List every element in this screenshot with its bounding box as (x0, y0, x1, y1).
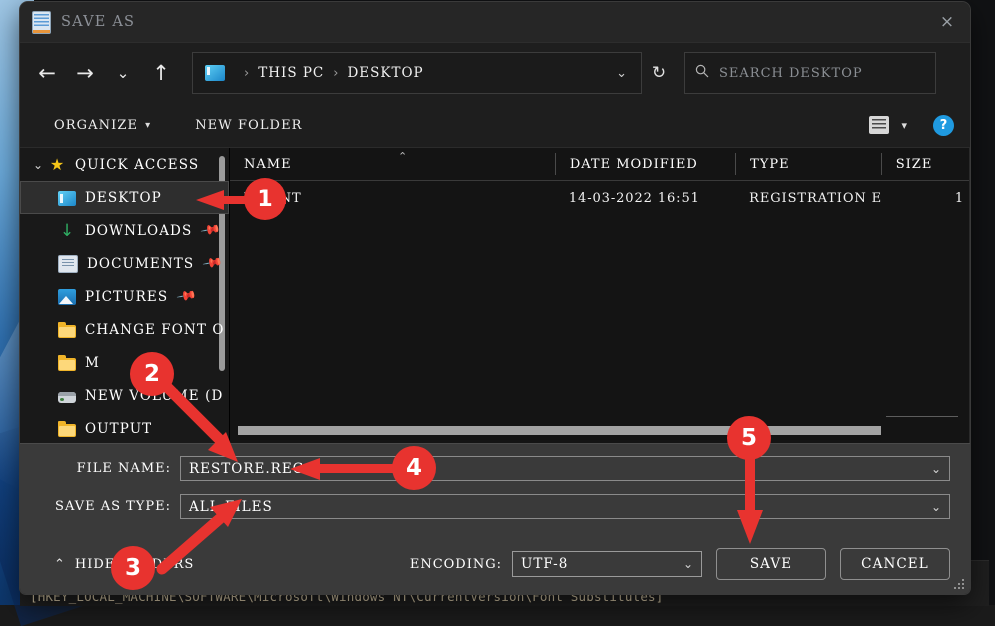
chevron-down-icon[interactable]: ⌄ (931, 462, 949, 476)
cell-size: 1 (954, 190, 964, 206)
file-rows: WFONT 14-03-2022 16:51 REGISTRATION E...… (230, 181, 970, 443)
column-header-row: NAME DATE MODIFIED TYPE SIZE ⌃ (230, 148, 970, 181)
help-icon[interactable]: ? (933, 114, 954, 136)
window-title: SAVE AS (61, 14, 136, 30)
navigation-bar: ← → ⌄ ↑ › THIS PC › DESKTOP ⌄ ↻ SEARCH D… (20, 43, 970, 103)
sidebar-item-label: DOCUMENTS (87, 255, 195, 272)
search-input[interactable]: SEARCH DESKTOP (719, 66, 863, 81)
desktop-background: [HKEY_LOCAL_MACHINE\SOFTWARE\Microsoft\W… (0, 0, 995, 626)
folder-icon (58, 354, 76, 371)
breadcrumb-separator: › (244, 65, 250, 81)
sidebar-item-label: PICTURES (85, 288, 169, 305)
column-header-type[interactable]: TYPE (735, 153, 881, 175)
recent-locations-button[interactable]: ⌄ (104, 54, 142, 92)
organize-button[interactable]: ORGANIZE ▾ (54, 118, 151, 133)
search-icon (685, 64, 719, 82)
annotation-arrow-5 (737, 452, 763, 544)
table-row[interactable]: WFONT 14-03-2022 16:51 REGISTRATION E...… (230, 181, 970, 215)
annotation-badge-3: 3 (111, 546, 155, 590)
breadcrumb-separator: › (333, 65, 339, 81)
chevron-down-icon[interactable]: ▾ (901, 119, 907, 132)
encoding-select[interactable]: UTF-8 ⌄ (512, 551, 702, 577)
sidebar-item-label: OUTPUT (85, 420, 153, 437)
chevron-down-icon: ▾ (145, 119, 152, 131)
chevron-down-icon[interactable]: ⌄ (931, 500, 949, 514)
column-header-size[interactable]: SIZE (880, 153, 970, 175)
refresh-icon[interactable]: ↻ (642, 54, 676, 92)
sort-ascending-icon: ⌃ (398, 150, 408, 163)
organize-label: ORGANIZE (54, 117, 139, 133)
this-pc-icon (205, 65, 225, 81)
new-folder-button[interactable]: NEW FOLDER (195, 118, 302, 133)
sidebar-item-label: DOWNLOADS (85, 222, 193, 239)
notepad-icon (32, 10, 51, 34)
file-list-pane: NAME DATE MODIFIED TYPE SIZE ⌃ WFONT 14-… (230, 148, 970, 443)
picture-icon (58, 289, 76, 305)
breadcrumb-this-pc[interactable]: THIS PC (258, 65, 324, 81)
save-as-type-field[interactable]: ALL FILES ⌄ (180, 494, 950, 519)
star-icon: ★ (49, 154, 65, 174)
resize-grip[interactable] (954, 579, 964, 589)
annotation-badge-5: 5 (727, 416, 771, 460)
search-box[interactable]: SEARCH DESKTOP (684, 52, 936, 94)
sidebar-item-documents[interactable]: DOCUMENTS 📌 (20, 247, 229, 280)
chevron-down-icon[interactable]: ⌄ (616, 66, 635, 81)
title-bar: SAVE AS × (20, 2, 970, 43)
view-layout-icon[interactable] (869, 116, 890, 134)
download-icon: ↓ (59, 220, 75, 241)
annotation-badge-4: 4 (392, 446, 436, 490)
up-button[interactable]: ↑ (142, 54, 180, 92)
sidebar-item-label: M (85, 354, 100, 371)
pin-icon: 📌 (199, 219, 222, 242)
pin-icon: 📌 (201, 252, 224, 275)
column-header-name[interactable]: NAME (230, 153, 555, 175)
document-icon (58, 255, 78, 273)
back-button[interactable]: ← (28, 54, 66, 92)
folder-icon (58, 321, 76, 338)
pin-icon: 📌 (175, 285, 198, 308)
desktop-icon (58, 191, 76, 206)
horizontal-scrollbar[interactable] (238, 426, 960, 435)
address-bar[interactable]: › THIS PC › DESKTOP ⌄ (192, 52, 642, 94)
sidebar-item-pictures[interactable]: PICTURES 📌 (20, 280, 229, 313)
sidebar-item-label: DESKTOP (85, 189, 162, 206)
close-icon[interactable]: × (924, 2, 970, 42)
annotation-arrow-3 (156, 499, 242, 575)
cell-date-modified: 14-03-2022 16:51 (568, 190, 700, 206)
column-resize-hint (886, 416, 958, 417)
cancel-button[interactable]: CANCEL (840, 548, 950, 580)
encoding-value: UTF-8 (521, 556, 569, 572)
drive-icon (58, 392, 76, 403)
sidebar-group-label: QUICK ACCESS (75, 156, 200, 173)
sidebar-item-downloads[interactable]: ↓ DOWNLOADS 📌 (20, 214, 229, 247)
column-header-date-modified[interactable]: DATE MODIFIED (554, 153, 735, 175)
encoding-label: ENCODING: (409, 556, 502, 572)
annotation-badge-2: 2 (130, 352, 174, 396)
chevron-up-icon: ⌃ (54, 556, 65, 572)
pane-edge (969, 148, 970, 443)
cell-type: REGISTRATION E... (749, 190, 881, 206)
sidebar-group-quick-access[interactable]: ⌄ ★ QUICK ACCESS (20, 148, 229, 181)
annotation-badge-1: 1 (244, 178, 286, 220)
chevron-down-icon[interactable]: ⌄ (28, 158, 48, 172)
folder-icon (58, 420, 76, 437)
sidebar-item-label: CHANGE FONT O (85, 321, 225, 338)
save-button[interactable]: SAVE (716, 548, 826, 580)
annotation-arrow-4 (290, 458, 394, 480)
forward-button[interactable]: → (66, 54, 104, 92)
command-toolbar: ORGANIZE ▾ NEW FOLDER ▾ ? (20, 103, 970, 148)
toolbar-right-group: ▾ ? (869, 114, 970, 136)
chevron-down-icon[interactable]: ⌄ (683, 557, 701, 571)
sidebar-item-change-font[interactable]: CHANGE FONT O (20, 313, 229, 346)
breadcrumb-desktop[interactable]: DESKTOP (347, 65, 423, 81)
horizontal-scrollbar-thumb[interactable] (238, 426, 881, 435)
